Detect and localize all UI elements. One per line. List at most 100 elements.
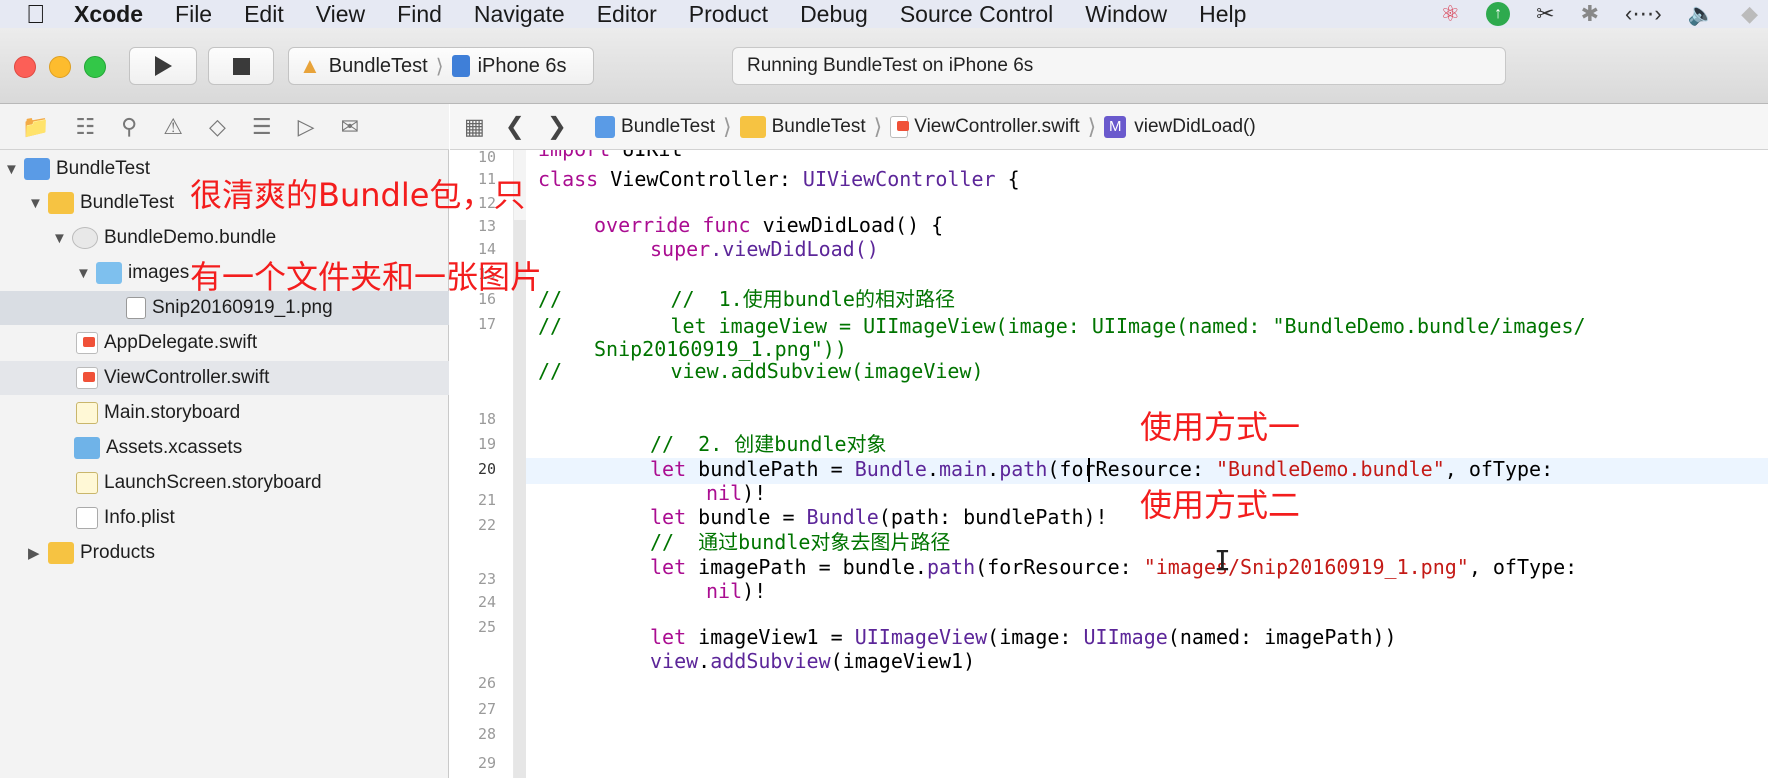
code-folding-ribbon[interactable]	[514, 150, 526, 778]
apple-icon[interactable]: 	[26, 0, 66, 30]
code-token: let	[650, 625, 687, 649]
debug-navigator-icon[interactable]: ☰	[252, 114, 272, 140]
chevron-right-icon: ⟩	[873, 113, 883, 139]
code-token: (imageView1)	[830, 649, 976, 673]
code-token: )!	[742, 579, 767, 603]
code-line: override func viewDidLoad() {	[526, 212, 1768, 238]
disclosure-open-icon[interactable]: ▼	[52, 230, 72, 247]
test-navigator-icon[interactable]: ◇	[209, 114, 226, 140]
diamond-icon[interactable]: ◆	[1741, 1, 1758, 27]
volume-icon[interactable]: 🔈	[1688, 1, 1715, 27]
disclosure-open-icon[interactable]: ▼	[28, 195, 48, 212]
code-token: main	[939, 457, 988, 481]
minimize-window-button[interactable]	[49, 56, 71, 78]
line-number: 25	[477, 618, 496, 636]
project-navigator-icon[interactable]: 📁	[22, 114, 49, 140]
upload-icon[interactable]: ↑	[1486, 2, 1511, 26]
menu-editor[interactable]: Editor	[597, 1, 657, 28]
code-brackets-icon[interactable]: ‹⋯›	[1625, 1, 1662, 27]
folder-icon	[48, 542, 74, 564]
related-items-icon[interactable]: ▦	[464, 114, 485, 140]
code-token: Bundle	[806, 505, 879, 529]
line-number: 10	[477, 150, 496, 166]
folder-icon	[48, 192, 74, 214]
menu-edit[interactable]: Edit	[244, 1, 284, 28]
breadcrumb-group[interactable]: BundleTest	[739, 115, 866, 138]
annotation-text: 有一个文件夹和一张图片	[190, 258, 543, 296]
menu-find[interactable]: Find	[397, 1, 442, 28]
stop-button[interactable]	[208, 47, 274, 85]
tree-item-assets[interactable]: Assets.xcassets	[0, 431, 449, 465]
report-navigator-icon[interactable]: ✉	[341, 114, 359, 140]
line-number: 28	[477, 725, 496, 743]
code-token: let	[650, 457, 687, 481]
code-token: )!	[742, 481, 767, 505]
tree-item-products[interactable]: ▶ Products	[0, 536, 449, 570]
issue-navigator-icon[interactable]: ⚠	[163, 114, 183, 140]
play-icon	[154, 56, 172, 76]
status-icons: ⚛ ↑ ✂ ✱ ‹⋯› 🔈 ◆	[1440, 0, 1758, 28]
code-token: .	[987, 457, 1000, 481]
breadcrumb-project[interactable]: BundleTest	[595, 115, 715, 138]
code-token: (forResource:	[975, 555, 1144, 579]
back-arrow-icon[interactable]: ❮	[505, 112, 525, 141]
code-token: imageView1 =	[686, 625, 855, 649]
tree-item-infoplist[interactable]: Info.plist	[0, 501, 449, 535]
close-window-button[interactable]	[14, 56, 36, 78]
code-token: bundle =	[686, 505, 807, 529]
code-token: (named: imagePath))	[1167, 625, 1397, 649]
find-navigator-icon[interactable]: ⚲	[121, 114, 137, 140]
code-token: func	[702, 213, 751, 237]
menu-navigate[interactable]: Navigate	[474, 1, 565, 28]
scheme-name: BundleTest	[328, 54, 428, 77]
code-token: override	[594, 213, 691, 237]
menu-xcode[interactable]: Xcode	[74, 1, 143, 28]
tree-item-viewcontroller[interactable]: ViewController.swift	[0, 361, 449, 395]
source-editor[interactable]: 10 11 12 13 14 15 16 17 18 19 20 21 22 2…	[450, 150, 1768, 778]
code-token: addSubview	[710, 649, 831, 673]
tree-item-label: BundleTest	[80, 192, 175, 213]
tree-item-main-storyboard[interactable]: Main.storyboard	[0, 396, 449, 430]
tree-item-bundle[interactable]: ▼ BundleDemo.bundle	[0, 221, 449, 255]
atom-icon[interactable]: ⚛	[1440, 1, 1460, 27]
menu-product[interactable]: Product	[689, 1, 768, 28]
method-icon: M	[1104, 115, 1127, 138]
line-number: 29	[477, 754, 496, 772]
bluetooth-icon[interactable]: ✱	[1581, 1, 1599, 27]
disclosure-open-icon[interactable]: ▼	[76, 265, 96, 282]
code-line: // 通过bundle对象去图片路径	[650, 530, 951, 554]
line-number: 17	[477, 315, 496, 333]
menu-window[interactable]: Window	[1085, 1, 1167, 28]
breadcrumb-method[interactable]: M viewDidLoad()	[1104, 115, 1256, 138]
code-token: {	[995, 167, 1020, 191]
tree-item-label: Main.storyboard	[104, 402, 241, 423]
code-token: UIImageView	[854, 625, 988, 649]
line-number-gutter: 10 11 12 13 14 15 16 17 18 19 20 21 22 2…	[450, 150, 514, 778]
chevron-right-icon: ⟩	[1087, 113, 1097, 139]
menu-debug[interactable]: Debug	[800, 1, 868, 28]
breadcrumb-label: ViewController.swift	[914, 115, 1080, 137]
menu-file[interactable]: File	[175, 1, 212, 28]
code-token: view	[650, 649, 699, 673]
stop-icon	[232, 57, 250, 75]
tree-item-appdelegate[interactable]: AppDelegate.swift	[0, 326, 449, 360]
zoom-window-button[interactable]	[84, 56, 106, 78]
symbol-navigator-icon[interactable]: ☷	[75, 114, 95, 140]
scheme-selector[interactable]: ▲ BundleTest ⟩ iPhone 6s	[288, 47, 594, 85]
scissors-icon[interactable]: ✂	[1536, 1, 1554, 27]
menu-help[interactable]: Help	[1199, 1, 1246, 28]
breadcrumb-file[interactable]: ViewController.swift	[890, 115, 1080, 138]
menu-source-control[interactable]: Source Control	[900, 1, 1053, 28]
forward-arrow-icon[interactable]: ❯	[547, 112, 567, 141]
breakpoint-navigator-icon[interactable]: ▷	[298, 114, 315, 140]
run-button[interactable]	[129, 47, 197, 85]
line-number: 27	[477, 700, 496, 718]
line-number: 22	[477, 516, 496, 534]
code-token: imagePath = bundle.	[686, 555, 927, 579]
disclosure-open-icon[interactable]: ▼	[4, 161, 24, 178]
disclosure-closed-icon[interactable]: ▶	[28, 544, 48, 562]
line-number: 21	[477, 491, 496, 509]
menu-view[interactable]: View	[316, 1, 365, 28]
tree-item-launchscreen[interactable]: LaunchScreen.storyboard	[0, 466, 449, 500]
code-token: , ofType:	[1444, 457, 1554, 481]
